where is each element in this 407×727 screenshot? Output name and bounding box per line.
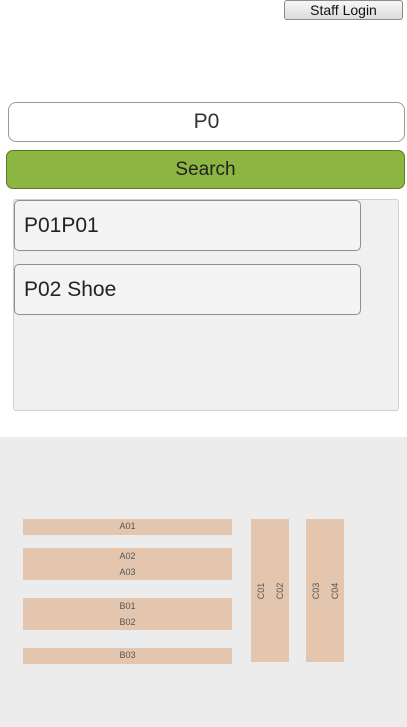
shelf-label: A02 bbox=[119, 551, 136, 561]
shelf-label: C03 bbox=[311, 582, 321, 599]
result-item[interactable]: P02 Shoe bbox=[14, 264, 361, 315]
shelf-a02-a03[interactable]: A02 A03 bbox=[23, 548, 232, 580]
result-item[interactable]: P01P01 bbox=[14, 200, 361, 251]
shelf-a01[interactable]: A01 bbox=[23, 519, 232, 535]
shelf-label: C04 bbox=[330, 582, 340, 599]
search-input[interactable]: P0 bbox=[8, 102, 405, 142]
shelf-label: B01 bbox=[119, 601, 136, 611]
shelf-label: B02 bbox=[119, 617, 136, 627]
shelf-b01-b02[interactable]: B01 B02 bbox=[23, 598, 232, 630]
shelf-c03-c04[interactable]: C03 C04 bbox=[306, 519, 344, 662]
shelf-label: A03 bbox=[119, 567, 136, 577]
shelf-label: C02 bbox=[275, 582, 285, 599]
store-map: A01 A02 A03 B01 B02 B03 C01 C02 C03 C04 bbox=[0, 437, 407, 727]
shelf-b03[interactable]: B03 bbox=[23, 648, 232, 664]
shelf-label: B03 bbox=[119, 650, 136, 660]
search-button[interactable]: Search bbox=[6, 150, 405, 189]
search-results-panel: P01P01 P02 Shoe bbox=[13, 199, 399, 411]
shelf-label: A01 bbox=[119, 521, 136, 531]
shelf-label: C01 bbox=[256, 582, 266, 599]
shelf-c01-c02[interactable]: C01 C02 bbox=[251, 519, 289, 662]
staff-login-button[interactable]: Staff Login bbox=[284, 0, 403, 20]
